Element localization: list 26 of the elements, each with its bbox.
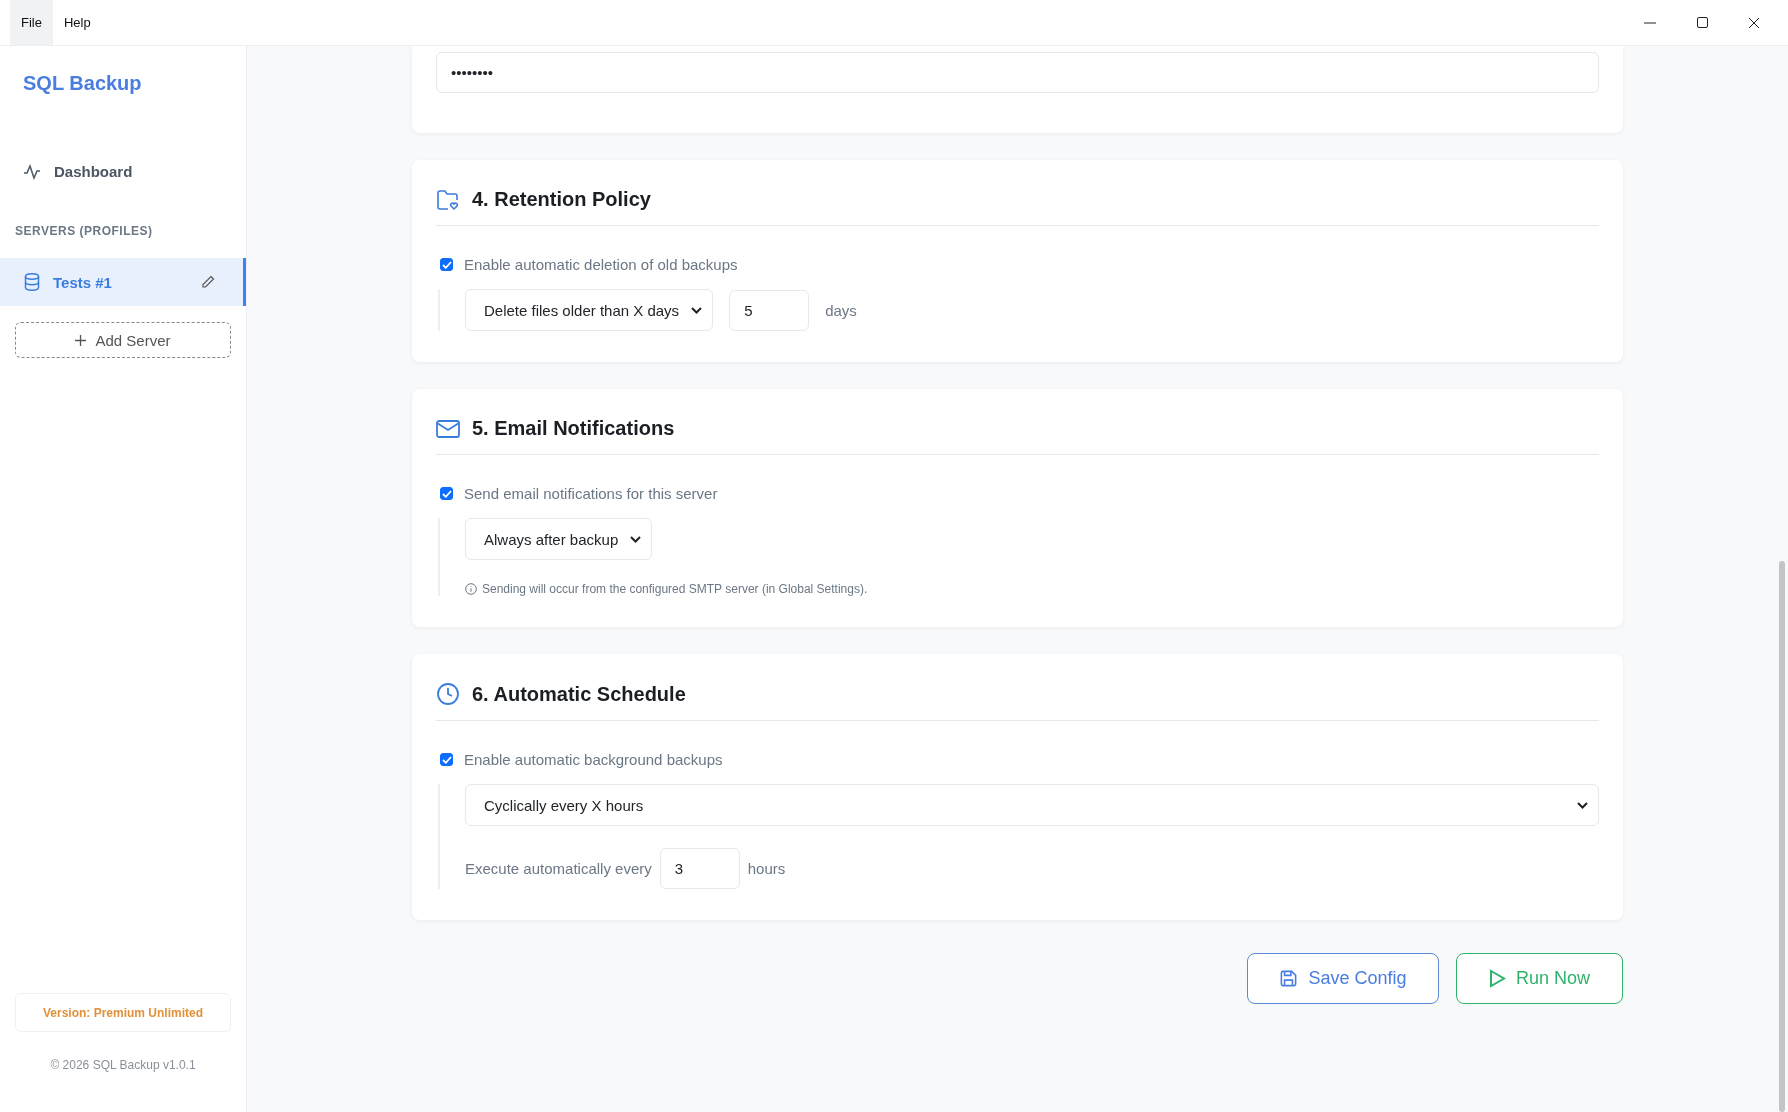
version-badge: Version: Premium Unlimited (15, 993, 231, 1032)
section-title: 6. Automatic Schedule (472, 682, 686, 706)
copyright-text: © 2026 SQL Backup v1.0.1 (50, 1058, 196, 1072)
info-note: Sending will occur from the configured SMTP server (in Global Settings). (482, 582, 868, 596)
dropdown[interactable]: Always after backup (465, 518, 653, 560)
nav-item[interactable]: Dashboard (0, 155, 246, 188)
save-config-button[interactable]: Save Config (1247, 953, 1439, 1004)
server-item[interactable]: Tests #1 (0, 258, 246, 306)
unit-label: hours (747, 860, 786, 877)
dropdown[interactable]: Cyclically every X hours (465, 784, 1599, 826)
section-title: 5. Email Notifications (472, 417, 675, 440)
unit-label: days (825, 301, 857, 319)
interval-label: Execute automatically every (465, 860, 652, 877)
add-server-button[interactable]: Add Server (15, 322, 231, 358)
section-label: SERVERS (PROFILES) (15, 224, 153, 238)
checkbox-label: Enable automatic background backups (464, 751, 723, 768)
checkbox-label: Enable automatic deletion of old backups (464, 256, 738, 273)
menu-item[interactable]: Help (52, 0, 102, 45)
dropdown[interactable]: Delete files older than X days (465, 289, 714, 331)
section-title: 4. Retention Policy (472, 188, 651, 211)
password-field[interactable]: •••••••• (436, 52, 1599, 93)
number-field[interactable]: 5 (729, 289, 810, 331)
checkbox-label: Send email notifications for this server (464, 485, 718, 502)
menu-item[interactable]: File (10, 0, 53, 45)
app-title: SQL Backup (23, 72, 142, 95)
number-field[interactable]: 3 (659, 848, 740, 889)
